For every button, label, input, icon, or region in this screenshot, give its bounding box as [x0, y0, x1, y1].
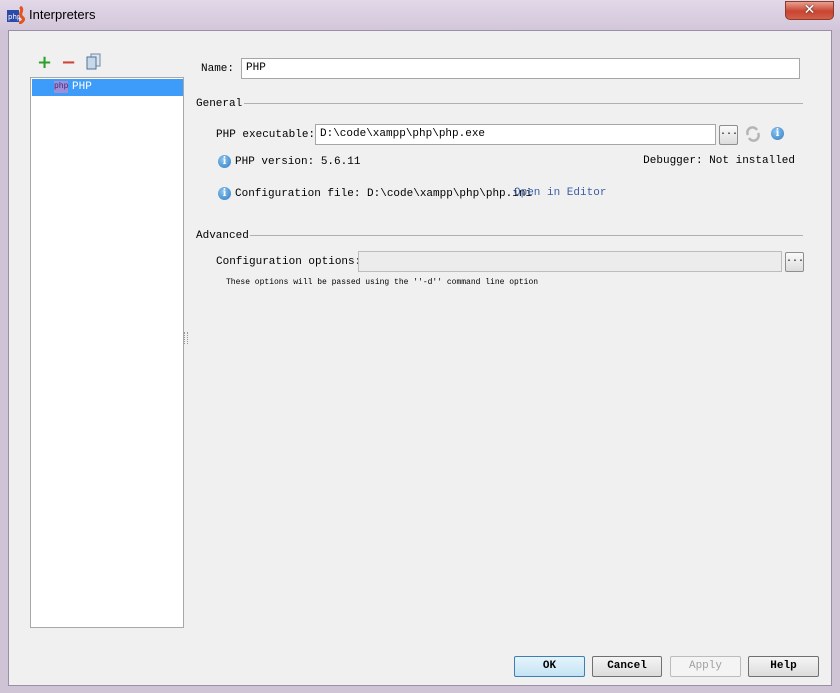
close-button[interactable]: ✕ [785, 1, 834, 20]
general-heading: General [196, 98, 243, 110]
info-icon[interactable]: i [771, 127, 784, 140]
executable-input[interactable]: D:\code\xampp\php\php.exe [315, 124, 716, 145]
add-icon[interactable]: + [37, 52, 52, 73]
open-in-editor-link[interactable]: Open in Editor [514, 187, 606, 199]
list-item-label: PHP [72, 81, 92, 93]
executable-label: PHP executable: [216, 129, 316, 141]
advanced-heading: Advanced [196, 230, 249, 242]
debugger-status: Debugger: Not installed [643, 155, 795, 167]
config-options-button[interactable]: ... [785, 252, 804, 272]
splitter-handle[interactable] [184, 332, 188, 344]
general-divider [244, 103, 803, 104]
copy-icon[interactable] [86, 53, 102, 74]
browse-executable-button[interactable]: ... [719, 125, 738, 145]
apply-button[interactable]: Apply [670, 656, 741, 677]
info-icon: i [218, 155, 231, 168]
cancel-button[interactable]: Cancel [592, 656, 662, 677]
config-file-text: Configuration file: D:\code\xampp\php\ph… [235, 188, 533, 200]
ok-button[interactable]: OK [514, 656, 585, 677]
remove-icon[interactable]: − [61, 52, 76, 73]
list-item[interactable]: php PHP [32, 79, 183, 96]
refresh-icon[interactable] [745, 126, 761, 146]
interpreter-list[interactable]: php PHP [30, 77, 184, 628]
config-options-input[interactable] [358, 251, 782, 272]
php-icon: php [54, 81, 69, 93]
help-button[interactable]: Help [748, 656, 819, 677]
name-label: Name: [201, 63, 235, 75]
title-bar [0, 0, 840, 30]
config-options-hint: These options will be passed using the '… [226, 278, 539, 287]
php-version-text: PHP version: 5.6.11 [235, 156, 361, 168]
name-input[interactable]: PHP [241, 58, 800, 79]
advanced-divider [250, 235, 803, 236]
config-options-label: Configuration options: [216, 256, 362, 268]
window-title: Interpreters [29, 7, 96, 22]
phpstorm-app-icon: php [7, 5, 25, 25]
info-icon: i [218, 187, 231, 200]
